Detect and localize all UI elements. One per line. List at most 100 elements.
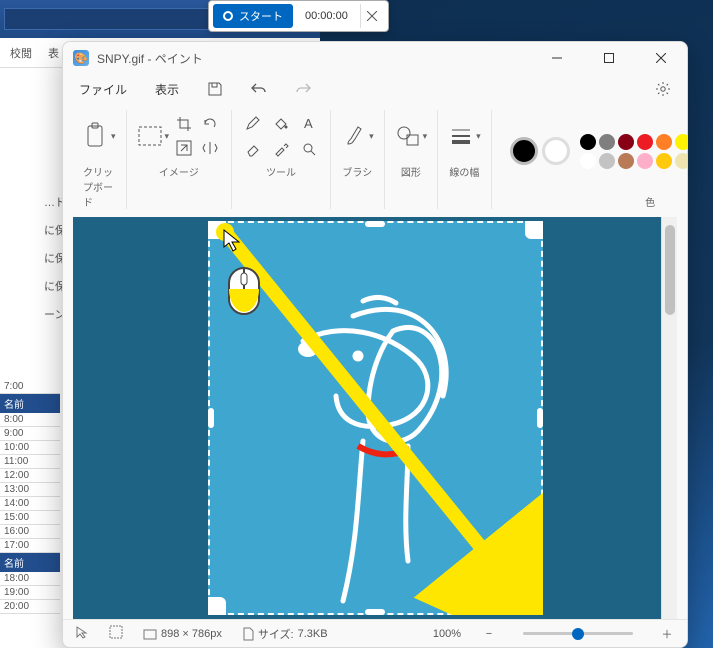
bg-time: 14:00 (0, 497, 60, 511)
paste-button[interactable] (83, 114, 109, 158)
bg-time: 20:00 (0, 600, 60, 614)
menu-view[interactable]: 表示 (151, 77, 183, 102)
recording-toolbar[interactable]: スタート 00:00:00 (208, 0, 389, 32)
select-button[interactable] (137, 114, 163, 158)
minimize-button[interactable] (535, 44, 579, 72)
zoom-in-button[interactable]: ＋ (659, 626, 675, 642)
secondary-color[interactable] (542, 137, 570, 165)
ribbon-group-shapes: ▾ 図形 (385, 110, 439, 209)
selection-handle-l[interactable] (208, 408, 214, 428)
bg-tab[interactable]: 校閲 (10, 45, 32, 61)
maximize-button[interactable] (587, 44, 631, 72)
ribbon-label: 図形 (401, 164, 421, 179)
selection-handle-tr[interactable] (525, 221, 543, 239)
menu-file[interactable]: ファイル (75, 77, 131, 102)
ribbon-group-image: ▾ イメージ (127, 110, 233, 209)
stroke-width-button[interactable] (448, 114, 474, 158)
shapes-button[interactable] (395, 114, 421, 158)
zoom-percent: 100% (433, 628, 461, 640)
selection-handle-r[interactable] (537, 408, 543, 428)
color-swatch[interactable] (599, 134, 615, 150)
color-swatch[interactable] (618, 134, 634, 150)
ribbon-group-brushes: ▾ ブラシ (331, 110, 385, 209)
svg-text:A: A (304, 116, 313, 131)
chevron-down-icon[interactable]: ▾ (165, 131, 170, 142)
eyedropper-icon[interactable] (270, 138, 292, 160)
bg-time: 13:00 (0, 483, 60, 497)
bg-time: 10:00 (0, 441, 60, 455)
crop-icon[interactable] (173, 113, 195, 135)
scrollbar-thumb[interactable] (665, 225, 675, 315)
bg-time-header: 名前 (0, 553, 60, 572)
resize-icon[interactable] (173, 137, 195, 159)
titlebar[interactable]: 🎨 SNPY.gif - ペイント (63, 42, 687, 74)
save-icon[interactable] (203, 77, 227, 101)
bg-search-box[interactable] (4, 8, 237, 30)
ribbon-group-clipboard: ▾ クリップボード (73, 110, 127, 209)
magnifier-icon[interactable] (298, 138, 320, 160)
zoom-out-button[interactable]: − (481, 628, 497, 640)
record-start-button[interactable]: スタート (213, 4, 293, 28)
file-size: サイズ: 7.3KB (242, 626, 328, 642)
ribbon-label: ブラシ (342, 164, 372, 179)
color-swatch[interactable] (656, 153, 672, 169)
ribbon-label: クリップボード (83, 164, 116, 209)
bg-time: 17:00 (0, 539, 60, 553)
canvas[interactable] (208, 221, 543, 615)
ribbon-group-tools: A ツール (232, 110, 331, 209)
ribbon-label: 色 (645, 194, 655, 209)
selection-handle-bl[interactable] (208, 597, 226, 615)
color-swatch[interactable] (675, 134, 688, 150)
flip-icon[interactable] (199, 137, 221, 159)
color-swatch-grid (580, 134, 688, 169)
bg-time-header: 名前 (0, 394, 60, 413)
window-title: SNPY.gif - ペイント (97, 50, 527, 67)
zoom-slider-thumb[interactable] (572, 628, 584, 640)
undo-icon[interactable] (247, 78, 271, 100)
text-icon[interactable]: A (298, 112, 320, 134)
bg-tab[interactable]: 表 (48, 45, 59, 61)
record-icon (223, 11, 233, 21)
fill-icon[interactable] (270, 112, 292, 134)
canvas-size: 898 × 786px (143, 627, 222, 641)
chevron-down-icon[interactable]: ▾ (476, 131, 481, 142)
record-close-button[interactable] (360, 4, 384, 28)
brush-button[interactable] (341, 114, 367, 158)
color-swatch[interactable] (618, 153, 634, 169)
ribbon-label: イメージ (159, 164, 199, 179)
vertical-scrollbar[interactable] (661, 217, 677, 619)
paint-app-icon: 🎨 (73, 50, 89, 66)
selection-handle-t[interactable] (365, 221, 385, 227)
ribbon: ▾ クリップボード ▾ イメージ (63, 104, 687, 213)
bg-time: 7:00 (0, 380, 60, 394)
eraser-icon[interactable] (242, 138, 264, 160)
color-swatch[interactable] (599, 153, 615, 169)
color-swatch[interactable] (637, 153, 653, 169)
settings-icon[interactable] (651, 77, 675, 101)
pencil-icon[interactable] (242, 112, 264, 134)
chevron-down-icon[interactable]: ▾ (111, 131, 116, 142)
selection-handle-br[interactable] (525, 597, 543, 615)
redo-icon[interactable] (291, 78, 315, 100)
chevron-down-icon[interactable]: ▾ (423, 131, 428, 142)
close-button[interactable] (639, 44, 683, 72)
annotation-cursor-icon (223, 229, 243, 255)
bg-time: 8:00 (0, 413, 60, 427)
color-swatch[interactable] (656, 134, 672, 150)
zoom-slider[interactable] (523, 632, 633, 635)
color-swatch[interactable] (580, 134, 596, 150)
bg-time: 11:00 (0, 455, 60, 469)
bg-time: 18:00 (0, 572, 60, 586)
bg-time: 16:00 (0, 525, 60, 539)
color-swatch[interactable] (675, 153, 688, 169)
color-swatch[interactable] (637, 134, 653, 150)
annotation-mouse-icon (226, 265, 262, 317)
selection-handle-b[interactable] (365, 609, 385, 615)
chevron-down-icon[interactable]: ▾ (369, 131, 374, 142)
bg-time: 9:00 (0, 427, 60, 441)
primary-color[interactable] (510, 137, 538, 165)
color-swatch[interactable] (580, 153, 596, 169)
canvas-area[interactable] (73, 217, 677, 619)
rotate-icon[interactable] (199, 113, 221, 135)
ribbon-label: 線の幅 (449, 164, 479, 179)
